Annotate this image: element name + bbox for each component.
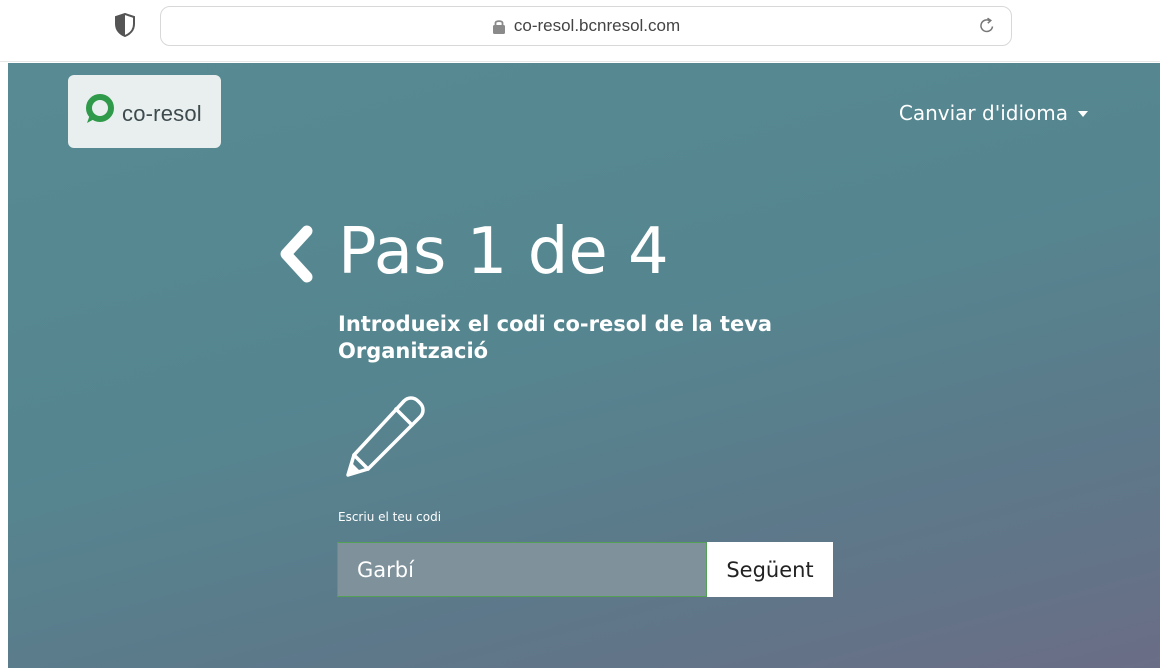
address-bar-url: co-resol.bcnresol.com [513, 16, 681, 35]
language-menu[interactable]: Canviar d'idioma [899, 101, 1088, 125]
code-input[interactable] [337, 542, 707, 597]
step-title: Pas 1 de 4 [338, 215, 669, 289]
reload-icon[interactable] [977, 16, 997, 36]
logo[interactable]: co-resol [68, 75, 221, 148]
language-menu-label: Canviar d'idioma [898, 101, 1068, 125]
next-button[interactable]: Següent [707, 542, 833, 597]
lock-icon [492, 20, 505, 34]
instruction-text: Introdueix el codi co-resol de la teva O… [338, 312, 773, 363]
code-field-label: Escriu el teu codi [338, 510, 442, 524]
chevron-left-icon[interactable] [276, 223, 316, 285]
pencil-icon [346, 396, 425, 477]
logo-text: co-resol [122, 101, 202, 126]
caret-down-icon [1078, 111, 1088, 117]
shield-icon[interactable] [114, 13, 136, 37]
chat-bubble-logo-icon [86, 94, 114, 123]
address-bar[interactable]: co-resol.bcnresol.com [160, 6, 1012, 46]
browser-toolbar: co-resol.bcnresol.com [0, 0, 1160, 62]
page-content: co-resol Canviar d'idioma Pas 1 de 4 Int… [8, 63, 1160, 668]
